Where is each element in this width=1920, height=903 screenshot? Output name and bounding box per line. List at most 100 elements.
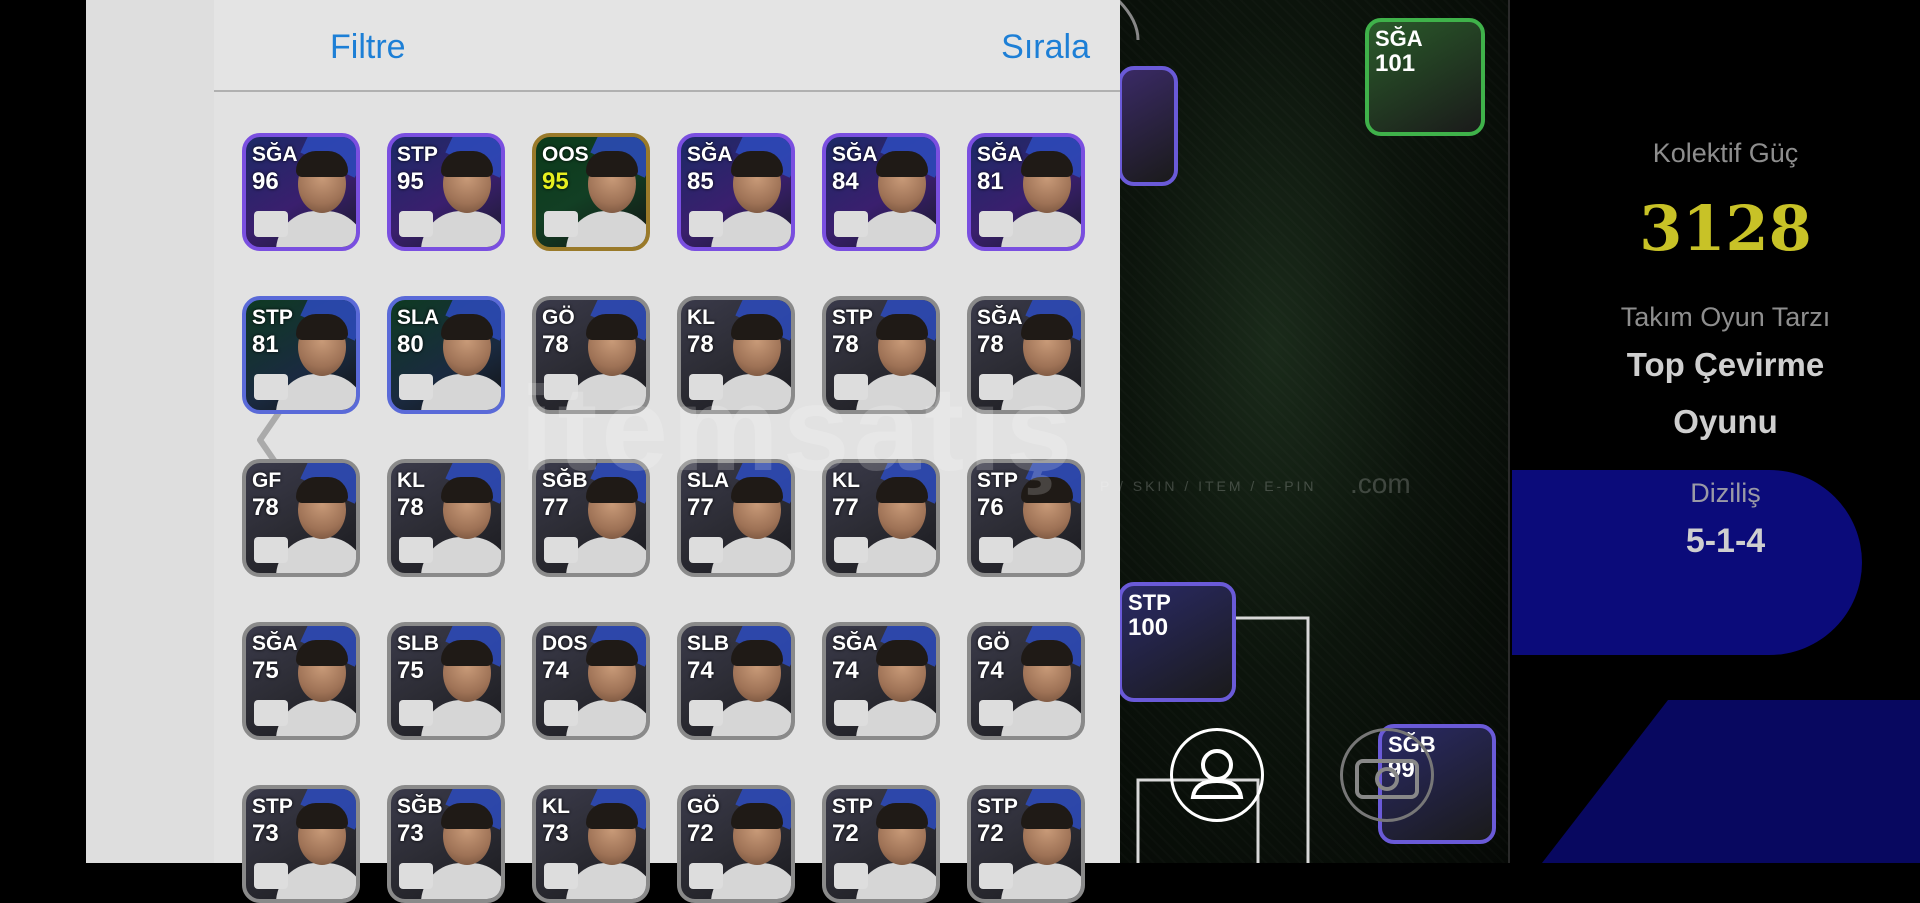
player-card[interactable]: SĞA 85	[677, 133, 795, 251]
player-card[interactable]: STP 72	[967, 785, 1085, 903]
player-position: SLB	[687, 632, 729, 655]
player-shirt	[421, 211, 501, 247]
club-badge-icon	[979, 863, 1013, 889]
play-style-value-line1: Top Çevirme	[1626, 346, 1825, 383]
player-hair	[876, 151, 928, 177]
player-card[interactable]: GÖ 72	[677, 785, 795, 903]
player-card[interactable]: KL 73	[532, 785, 650, 903]
player-shirt	[276, 700, 356, 736]
player-rating: 72	[832, 820, 859, 847]
player-hair	[441, 151, 493, 177]
player-hair	[731, 314, 783, 340]
player-hair	[731, 151, 783, 177]
player-rating: 75	[397, 657, 424, 684]
player-hair	[1021, 640, 1073, 666]
player-card[interactable]: SĞA 96	[242, 133, 360, 251]
club-badge-icon	[399, 537, 433, 563]
club-badge-icon	[544, 700, 578, 726]
player-card[interactable]: STP 95	[387, 133, 505, 251]
player-rating: 95	[542, 168, 569, 195]
player-position: STP	[252, 795, 293, 818]
profile-button[interactable]	[1170, 728, 1264, 822]
player-position: GÖ	[542, 306, 575, 329]
player-card[interactable]: DOS 74	[532, 622, 650, 740]
player-hair	[296, 477, 348, 503]
player-position: KL	[542, 795, 570, 818]
player-rating: 78	[252, 494, 279, 521]
player-rating: 77	[542, 494, 569, 521]
club-badge-icon	[544, 537, 578, 563]
player-hair	[296, 151, 348, 177]
club-badge-icon	[834, 700, 868, 726]
player-hair	[1021, 151, 1073, 177]
player-rating: 78	[832, 331, 859, 358]
player-card[interactable]: SLB 74	[677, 622, 795, 740]
player-position: KL	[397, 469, 425, 492]
player-hair	[731, 803, 783, 829]
player-hair	[876, 803, 928, 829]
player-shirt	[711, 537, 791, 573]
player-rating: 78	[397, 494, 424, 521]
panel-header: Filtre Sırala	[214, 0, 1120, 92]
player-card[interactable]: SĞA 75	[242, 622, 360, 740]
player-position: STP	[252, 306, 293, 329]
player-rating: 80	[397, 331, 424, 358]
field-player-card[interactable]: SĞA 101	[1365, 18, 1485, 136]
player-card[interactable]: STP 73	[242, 785, 360, 903]
player-card[interactable]: SĞB 73	[387, 785, 505, 903]
player-position: STP	[977, 795, 1018, 818]
play-style-label: Takım Oyun Tarzı	[1620, 302, 1831, 332]
camera-button[interactable]	[1340, 728, 1434, 822]
club-badge-icon	[834, 211, 868, 237]
player-position: OOS	[542, 143, 589, 166]
player-rating: 78	[687, 331, 714, 358]
player-card[interactable]: SĞA 74	[822, 622, 940, 740]
player-shirt	[1001, 537, 1081, 573]
player-shirt	[1001, 211, 1081, 247]
formation-value[interactable]: 5-1-4	[1508, 522, 1920, 561]
player-card[interactable]: STP 72	[822, 785, 940, 903]
field-player-card[interactable]: STP 100	[1118, 582, 1236, 702]
club-badge-icon	[399, 863, 433, 889]
sort-button[interactable]: Sırala	[1001, 28, 1090, 67]
player-hair	[441, 640, 493, 666]
player-card[interactable]: KL 78	[387, 459, 505, 577]
player-shirt	[566, 211, 646, 247]
player-position: SĞA	[832, 632, 878, 655]
player-position: STP	[397, 143, 438, 166]
player-rating: 78	[542, 331, 569, 358]
player-card[interactable]: SLA 80	[387, 296, 505, 414]
player-shirt	[276, 537, 356, 573]
player-rating: 101	[1375, 50, 1416, 77]
watermark-domain: .com	[1350, 468, 1411, 499]
filter-button[interactable]: Filtre	[330, 28, 406, 67]
field-player-card-partial[interactable]	[1118, 66, 1178, 186]
power-value: 3128	[1639, 192, 1812, 265]
player-position: GÖ	[687, 795, 720, 818]
player-shirt	[276, 863, 356, 899]
player-card[interactable]: SĞA 84	[822, 133, 940, 251]
club-badge-icon	[834, 537, 868, 563]
player-card[interactable]: GÖ 74	[967, 622, 1085, 740]
player-shirt	[856, 863, 936, 899]
player-position: STP	[832, 306, 873, 329]
player-position: SĞA	[252, 143, 298, 166]
watermark: itemsatış	[520, 362, 1077, 496]
club-badge-icon	[254, 700, 288, 726]
player-card[interactable]: OOS 95	[532, 133, 650, 251]
player-card[interactable]: SĞA 81	[967, 133, 1085, 251]
player-card[interactable]: STP 81	[242, 296, 360, 414]
player-position: STP	[1128, 590, 1171, 615]
player-grid: SĞA 96 STP 95 OOS 95 SĞA 85 SĞA 84 SĞA 81 STP 81 SLA 80…	[242, 133, 1092, 903]
player-card[interactable]: GF 78	[242, 459, 360, 577]
player-card[interactable]: SLB 75	[387, 622, 505, 740]
player-position: SĞA	[687, 143, 733, 166]
club-badge-icon	[254, 374, 288, 400]
player-rating: 95	[397, 168, 424, 195]
player-rating: 74	[977, 657, 1004, 684]
player-shirt	[421, 863, 501, 899]
player-shirt	[711, 700, 791, 736]
player-hair	[731, 640, 783, 666]
club-badge-icon	[689, 700, 723, 726]
play-style-value-line2: Oyunu	[1673, 403, 1778, 440]
